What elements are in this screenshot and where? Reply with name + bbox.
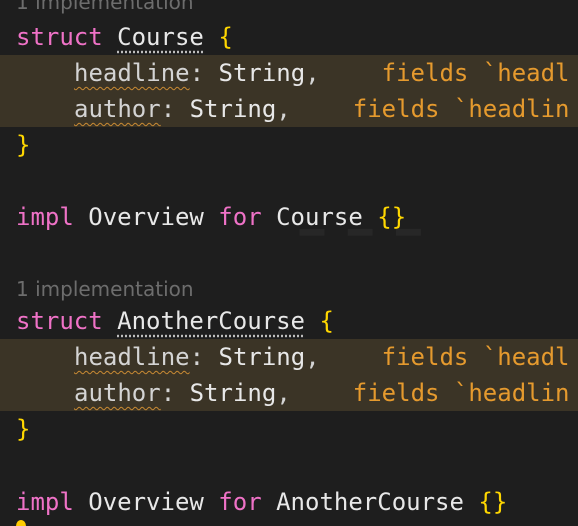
keyword-for: for (218, 203, 262, 231)
code-line-field[interactable]: headline: String, fields `headl (74, 339, 570, 375)
codelens-label[interactable]: 1 implementation (16, 277, 194, 301)
comma: , (276, 95, 291, 123)
impl-type-name[interactable]: Course (276, 203, 363, 231)
comma: , (305, 59, 320, 87)
colon: : (160, 95, 176, 123)
keyword-for: for (218, 488, 262, 516)
colon: : (189, 59, 205, 87)
keyword-impl: impl (16, 488, 74, 516)
open-brace: { (218, 23, 233, 51)
close-brace: } (16, 131, 31, 159)
comma: , (305, 343, 320, 371)
codelens-implementations-course[interactable]: 1 implementation (16, 0, 194, 14)
close-brace: } (16, 415, 31, 443)
trait-name[interactable]: Overview (88, 488, 204, 516)
impl-type-name[interactable]: AnotherCourse (276, 488, 464, 516)
code-line-field[interactable]: author: String, fields `headlin (74, 91, 570, 127)
code-line-field[interactable]: headline: String, fields `headl (74, 55, 570, 91)
inline-diagnostic-hint: fields `headl (381, 343, 570, 371)
comma: , (276, 379, 291, 407)
code-line-struct-course[interactable]: struct Course { (16, 19, 233, 55)
code-line-close-brace[interactable]: } (16, 411, 30, 447)
codelens-implementations-anothercourse[interactable]: 1 implementation (16, 277, 194, 301)
struct-name-anothercourse[interactable]: AnotherCourse (117, 307, 305, 335)
code-line-close-brace[interactable]: } (16, 127, 30, 163)
field-type: String (218, 343, 306, 371)
braces: {} (478, 488, 508, 516)
braces: {} (377, 203, 407, 231)
keyword-struct: struct (16, 307, 103, 335)
field-type: String (189, 95, 277, 123)
field-type: String (218, 59, 306, 87)
colon: : (189, 343, 205, 371)
keyword-impl: impl (16, 203, 74, 231)
codelens-label[interactable]: 1 implementation (16, 0, 194, 14)
colon: : (160, 379, 176, 407)
keyword-struct: struct (16, 23, 103, 51)
inline-diagnostic-hint: fields `headlin (352, 95, 570, 123)
field-name-headline[interactable]: headline (74, 343, 190, 371)
field-name-headline[interactable]: headline (74, 59, 190, 87)
struct-name-course[interactable]: Course (117, 23, 204, 51)
trait-name[interactable]: Overview (88, 203, 204, 231)
lightbulb-icon[interactable] (16, 520, 26, 526)
code-line-impl-course[interactable]: impl Overview for Course {} (16, 199, 406, 235)
inline-diagnostic-hint: fields `headlin (352, 379, 570, 407)
code-line-struct-anothercourse[interactable]: struct AnotherCourse { (16, 303, 334, 339)
field-type: String (189, 379, 277, 407)
inline-diagnostic-hint: fields `headl (381, 59, 570, 87)
field-name-author[interactable]: author (74, 379, 161, 407)
open-brace: { (319, 307, 334, 335)
code-editor[interactable]: ━ ━ ━ 1 implementation struct Course { h… (0, 0, 578, 526)
field-name-author[interactable]: author (74, 95, 161, 123)
code-line-impl-anothercourse[interactable]: impl Overview for AnotherCourse {} (16, 484, 507, 520)
code-line-field[interactable]: author: String, fields `headlin (74, 375, 570, 411)
